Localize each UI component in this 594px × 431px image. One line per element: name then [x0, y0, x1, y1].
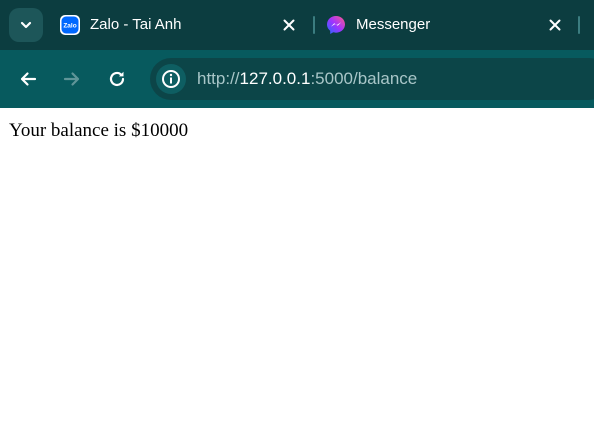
arrow-right-icon — [63, 72, 80, 86]
balance-text: Your balance is $10000 — [9, 120, 189, 141]
zalo-icon: Zalo — [60, 15, 80, 35]
close-icon — [549, 19, 561, 31]
url-scheme: http:// — [197, 69, 240, 88]
tab-title: Messenger — [356, 16, 431, 33]
url-path: :5000/balance — [310, 69, 418, 88]
zalo-icon-text: Zalo — [63, 23, 76, 30]
browser-toolbar: http://127.0.0.1:5000/balance — [0, 50, 594, 108]
close-tab-button[interactable] — [545, 15, 565, 35]
info-icon — [162, 70, 180, 88]
address-bar[interactable]: http://127.0.0.1:5000/balance — [150, 58, 594, 100]
browser-window: Zalo Zalo - Tai Anh Messenger http://127… — [0, 0, 594, 431]
close-tab-button[interactable] — [279, 15, 299, 35]
page-content: Your balance is $10000 — [0, 108, 594, 431]
chevron-down-icon — [20, 21, 32, 29]
site-info-button[interactable] — [156, 64, 186, 94]
close-icon — [283, 19, 295, 31]
reload-button[interactable] — [102, 64, 132, 94]
tab-title: Zalo - Tai Anh — [90, 16, 182, 33]
reload-icon — [109, 71, 125, 87]
forward-button[interactable] — [57, 64, 87, 94]
back-button[interactable] — [13, 64, 43, 94]
tab-separator — [313, 16, 315, 34]
url-host: 127.0.0.1 — [239, 69, 311, 88]
tab-separator — [578, 16, 580, 34]
messenger-icon — [327, 16, 345, 34]
tab-search-button[interactable] — [9, 8, 43, 42]
tab-messenger[interactable]: Messenger — [316, 0, 578, 50]
tab-zalo[interactable]: Zalo Zalo - Tai Anh — [50, 0, 312, 50]
arrow-left-icon — [20, 72, 37, 86]
url-text[interactable]: http://127.0.0.1:5000/balance — [197, 69, 417, 89]
tab-strip: Zalo Zalo - Tai Anh Messenger — [0, 0, 594, 50]
